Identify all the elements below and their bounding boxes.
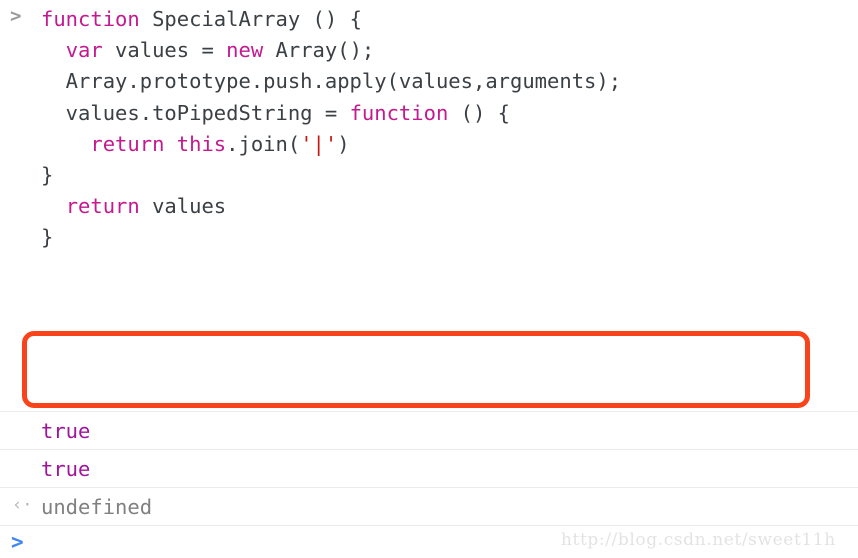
code-token: values.toPipedString =	[41, 100, 350, 125]
code-token: new	[226, 38, 264, 63]
code-token: }	[41, 162, 54, 187]
code-token: values =	[102, 38, 227, 63]
console-output-row[interactable]: true	[0, 449, 858, 487]
code-token: var	[65, 38, 103, 63]
output-value: undefined	[41, 495, 153, 519]
code-token: Array();	[263, 38, 375, 63]
output-value: true	[41, 419, 91, 443]
code-token: function	[349, 100, 449, 125]
code-token: '|'	[300, 131, 338, 156]
code-token: function	[41, 7, 140, 31]
code-token: .join(	[226, 131, 301, 156]
code-line: }	[41, 222, 858, 253]
code-line: values.toPipedString = function () {	[41, 98, 858, 129]
code-token: SpecialArray () {	[139, 7, 362, 31]
code-token: return	[65, 194, 140, 219]
code-line: return values	[41, 191, 858, 222]
code-line: Array.prototype.push.apply(values,argume…	[41, 66, 858, 97]
code-token: values	[139, 194, 227, 219]
code-line: }	[41, 160, 858, 191]
output-value: true	[41, 457, 91, 481]
return-value-arrow-icon: ‹·	[12, 495, 33, 515]
devtools-console-panel[interactable]: > function SpecialArray () { var values …	[0, 0, 858, 558]
console-input-code[interactable]: function SpecialArray () { var values = …	[41, 4, 858, 441]
prompt-chevron-icon: >	[11, 530, 24, 554]
code-token: return	[90, 131, 165, 156]
code-token: Array.prototype.push.apply(values,argume…	[41, 69, 622, 94]
console-result-row[interactable]: ‹· undefined	[0, 487, 858, 525]
console-output-row[interactable]: true	[0, 411, 858, 449]
code-token: )	[337, 131, 350, 156]
code-line: function SpecialArray () {	[41, 4, 858, 35]
input-prompt-chevron-icon: >	[10, 5, 22, 27]
code-line: return this.join('|')	[41, 129, 858, 160]
code-token: this	[176, 131, 227, 156]
code-token: }	[41, 225, 54, 250]
console-input-entry[interactable]: > function SpecialArray () { var values …	[0, 0, 858, 441]
watermark-url: http://blog.csdn.net/sweet11h	[561, 530, 836, 550]
code-token: () {	[448, 100, 511, 125]
code-line: var values = new Array();	[41, 35, 858, 66]
